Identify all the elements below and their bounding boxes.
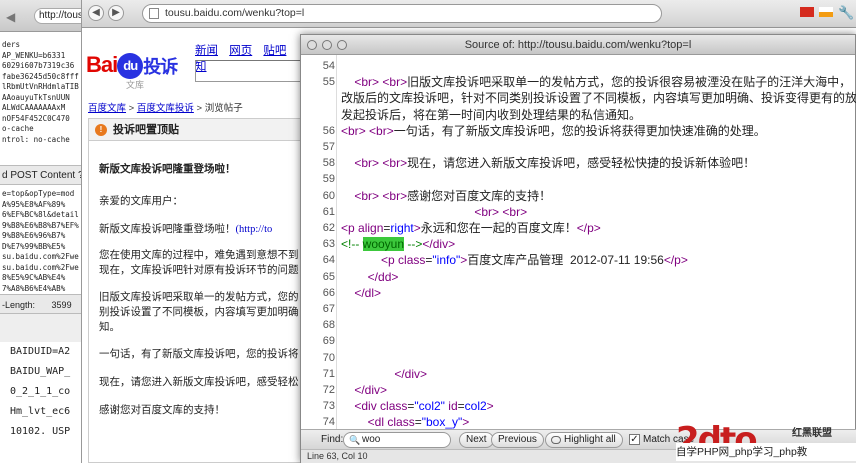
post-paragraph: 知。 (99, 322, 120, 333)
request-headers: ders AP_WENKU=b6331 6029i607b7319c36 fab… (0, 32, 81, 145)
logo-bai: Bai (86, 52, 118, 77)
post-line: 9%B8%E6%96%B7% (2, 231, 66, 240)
post-greeting: 亲爱的文库用户： (99, 196, 183, 207)
extension-icon[interactable] (819, 7, 833, 17)
highlight-all-label: Highlight all (564, 434, 616, 445)
post-line: 7%A8%B6%E4%AB% (2, 283, 66, 293)
address-text: tousu.baidu.com/wenku?top=l (165, 7, 305, 19)
header-line: fabe36245d50c8fff (2, 71, 79, 81)
post-body: e=top&opType=mod A%95%E8%AF%89% 6%EF%BC%… (0, 185, 81, 294)
post-paragraph: 旧版文库投诉吧采取单一的发帖方式，您的 (99, 292, 299, 303)
post-line: 8%E5%9C%AB%E4% (2, 273, 66, 282)
left-url-field[interactable]: http://tousu (34, 8, 81, 24)
wrench-icon[interactable]: 🔧 (838, 5, 854, 21)
find-value: woo (362, 434, 381, 445)
line-number: 74 (322, 416, 335, 429)
post-line: D%E7%99%BB%E5% (2, 241, 66, 251)
watermark-side: 红黑联盟 (792, 428, 832, 439)
highlight-all-button[interactable]: Highlight all (545, 432, 623, 448)
breadcrumb: 百度文库 > 百度文库投诉 > 浏览帖子 (88, 100, 243, 114)
panel-header: ! 投诉吧置顶贴 (89, 119, 312, 141)
cookie-line: 0_2_1_1_co (10, 386, 71, 397)
source-code-view[interactable]: 54 55 <br> <br>旧版文库投诉吧采取单一的发帖方式，您的投诉很容易被湮… (301, 55, 856, 429)
post-title: 新版文库投诉吧隆重登场啦！ (99, 163, 236, 175)
page-icon (149, 8, 159, 19)
address-bar[interactable]: tousu.baidu.com/wenku?top=l (142, 4, 662, 23)
logo-du: du (117, 53, 144, 80)
header-line: AAoauyuTkTsnUUN (2, 92, 70, 102)
post-line: A%95%E8%AF%89% (2, 199, 66, 209)
close-icon[interactable] (307, 40, 317, 50)
cookie-line: Hm_lvt_ec6 (10, 406, 71, 417)
post-line: su.baidu.com%2Fwe (2, 252, 79, 261)
header-line: o-cache (2, 124, 34, 133)
post-content-label[interactable]: d POST Content ? (0, 165, 81, 185)
source-titlebar: Source of: http://tousu.baidu.com/wenku?… (301, 35, 855, 55)
header-line: ALWdCAAAAAAAxM (2, 103, 66, 112)
back-button[interactable]: ◀ (88, 5, 104, 21)
content-length-value: 3599 (51, 300, 72, 310)
previous-button[interactable]: Previous (491, 432, 544, 448)
post-line: 9%B8%E6%B8%B7%EF% (2, 220, 79, 230)
header-line: AP_WENKU=b6331 (2, 50, 66, 60)
post-paragraph: 一句话，有了新版文库投诉吧，您的投诉将 (99, 349, 299, 360)
find-input[interactable]: 🔍 woo (343, 432, 451, 448)
post-paragraph: 您在使用文库的过程中，难免遇到意想不到 (99, 250, 299, 261)
watermark-text: 自学PHP网_php学习_php教 (676, 443, 856, 461)
post-line: su.baidu.com%2Fwe (2, 262, 79, 272)
post-paragraph: 别投诉设置了不同模板，内容填写更加明确 (99, 307, 299, 318)
left-toolbar: ◀ http://tousu (0, 0, 81, 32)
baidu-logo[interactable]: Bai du 投诉 (86, 52, 178, 80)
post-link[interactable]: (http://to (236, 224, 273, 235)
cookie-line: BAIDUID=A2 (10, 346, 71, 357)
breadcrumb-sep: > (126, 103, 137, 114)
header-line: lRbmUtVnRHdmlaTIB (2, 82, 79, 91)
breadcrumb-tousu[interactable]: 百度文库投诉 (137, 103, 194, 114)
nav-tieba[interactable]: 贴吧 (263, 45, 286, 57)
post-panel: ! 投诉吧置顶贴 新版文库投诉吧隆重登场啦！ 亲爱的文库用户： 新版文库投诉吧隆… (88, 118, 312, 463)
cookie-line: 10102. USP (10, 426, 71, 437)
content-length-row: -Length: 3599 (0, 294, 81, 314)
search-icon: 🔍 (349, 435, 361, 445)
forward-button[interactable]: ▶ (108, 5, 124, 21)
zoom-icon[interactable] (337, 40, 347, 50)
panel-title: 投诉吧置顶贴 (113, 124, 179, 136)
post-paragraph: 新版文库投诉吧隆重登场啦！(http://to (99, 221, 272, 236)
breadcrumb-current: 浏览帖子 (204, 103, 243, 114)
back-arrow-icon[interactable]: ◀ (6, 10, 15, 24)
content-length-label: -Length: (2, 300, 36, 310)
post-text: 新版文库投诉吧隆重登场啦！ (99, 224, 236, 235)
logo-tousu: 投诉 (143, 57, 178, 78)
logo-subtitle: 文库 (126, 80, 145, 90)
nav-news[interactable]: 新闻 (195, 45, 218, 57)
header-line: ders (2, 40, 21, 49)
find-label: Find: (321, 434, 344, 445)
code-text: <dl class="box_y"> (367, 415, 470, 429)
alert-icon: ! (95, 124, 107, 136)
post-line: 6%EF%BC%8l&detail (2, 210, 79, 219)
next-button[interactable]: Next (459, 432, 494, 448)
header-line: nOF54F452C0C470 (2, 113, 70, 123)
breadcrumb-wenku[interactable]: 百度文库 (88, 103, 126, 114)
baidu-page: Bai du 投诉 文库 新闻 网页 贴吧 知 百度文库 > 百度文库投诉 > 浏览… (82, 28, 312, 463)
toggle-icon (551, 436, 561, 444)
nav-web[interactable]: 网页 (229, 45, 252, 57)
breadcrumb-sep: > (193, 103, 205, 114)
post-paragraph: 现在，请您进入新版文库投诉吧，感受轻松 (99, 377, 299, 388)
source-title: Source of: http://tousu.baidu.com/wenku?… (464, 39, 692, 51)
header-line: ntrol: no-cache (2, 134, 70, 144)
minimize-icon[interactable] (322, 40, 332, 50)
view-source-window: Source of: http://tousu.baidu.com/wenku?… (300, 34, 856, 463)
post-paragraph: 现在，文库投诉吧针对原有投诉环节的问题 (99, 265, 299, 276)
header-line: 6029i607b7319c36 (2, 61, 75, 70)
china-flag-icon[interactable] (800, 7, 814, 17)
cookie-line: BAIDU_WAP_ (10, 366, 71, 377)
http-inspector-window: ◀ http://tousu ders AP_WENKU=b6331 6029i… (0, 0, 82, 463)
post-line: e=top&opType=mod (2, 189, 75, 198)
browser-toolbar: ◀ ▶ tousu.baidu.com/wenku?top=l 🔧 (82, 0, 856, 28)
post-paragraph: 感谢您对百度文库的支持！ (99, 405, 225, 416)
search-input[interactable] (195, 60, 312, 82)
cookie-list: BAIDUID=A2 BAIDU_WAP_ 0_2_1_1_co Hm_lvt_… (0, 342, 81, 442)
